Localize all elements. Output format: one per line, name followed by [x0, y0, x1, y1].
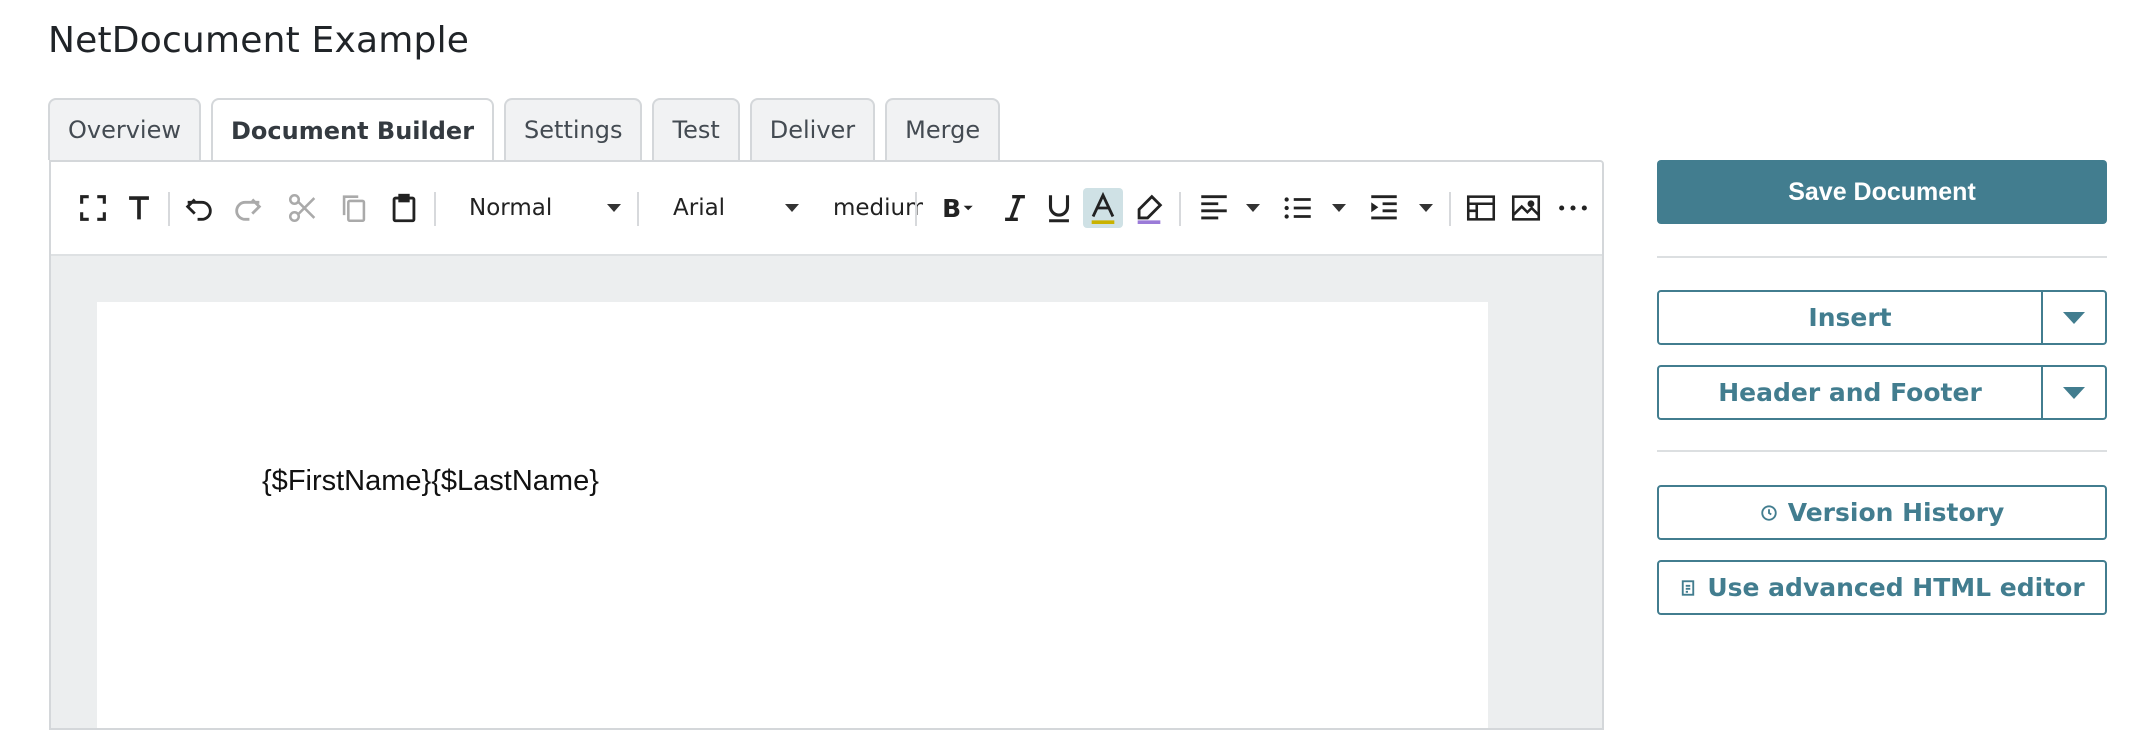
more-icon[interactable] — [1553, 188, 1593, 228]
document-editor: Normal Arial medium B {$FirstName}{$Last… — [49, 160, 1604, 730]
copy-icon[interactable] — [334, 188, 374, 228]
save-document-button[interactable]: Save Document — [1657, 160, 2107, 224]
insert-button[interactable]: Insert — [1659, 292, 2041, 343]
table-icon[interactable] — [1461, 188, 1501, 228]
italic-icon[interactable] — [995, 188, 1035, 228]
paragraph-style-select[interactable]: Normal — [469, 188, 639, 228]
document-content[interactable]: {$FirstName}{$LastName} — [262, 465, 599, 498]
paragraph-style-value: Normal — [469, 195, 553, 221]
toolbar-separator — [168, 192, 170, 226]
font-family-value: Arial — [673, 195, 726, 221]
highlight-icon[interactable] — [1129, 188, 1169, 228]
header-footer-button[interactable]: Header and Footer — [1659, 367, 2041, 418]
page-title: NetDocument Example — [48, 20, 470, 61]
header-footer-split-button: Header and Footer — [1657, 365, 2107, 420]
cut-icon[interactable] — [283, 188, 323, 228]
clock-icon — [1761, 504, 1777, 521]
chevron-down-icon[interactable] — [1332, 204, 1346, 212]
font-size-value: medium — [833, 195, 923, 221]
toolbar-separator — [915, 192, 917, 226]
font-size-select[interactable]: medium — [833, 188, 923, 228]
font-color-icon[interactable] — [1083, 188, 1123, 228]
font-family-select[interactable]: Arial — [673, 188, 813, 228]
tab-bar: Overview Document Builder Settings Test … — [48, 98, 1001, 162]
tab-settings[interactable]: Settings — [504, 98, 643, 160]
document-page[interactable]: {$FirstName}{$LastName} — [97, 302, 1488, 728]
tab-merge[interactable]: Merge — [885, 98, 1001, 160]
text-format-icon[interactable] — [119, 188, 159, 228]
chevron-down-icon — [2063, 386, 2085, 399]
tab-test[interactable]: Test — [652, 98, 740, 160]
tab-document-builder[interactable]: Document Builder — [211, 98, 495, 162]
bold-icon[interactable]: B — [933, 188, 983, 228]
svg-text:B: B — [942, 194, 961, 223]
insert-dropdown-button[interactable] — [2041, 292, 2105, 343]
align-left-icon[interactable] — [1194, 188, 1234, 228]
chevron-down-icon[interactable] — [1419, 204, 1433, 212]
chevron-down-icon — [607, 204, 621, 212]
version-history-button[interactable]: Version History — [1657, 485, 2107, 540]
toolbar-separator — [1179, 192, 1181, 226]
toolbar-separator — [1449, 192, 1451, 226]
advanced-html-editor-label: Use advanced HTML editor — [1707, 573, 2085, 602]
sidebar-divider — [1657, 256, 2107, 258]
chevron-down-icon[interactable] — [1246, 204, 1260, 212]
fullscreen-icon[interactable] — [73, 188, 113, 228]
undo-icon[interactable] — [179, 188, 219, 228]
code-file-icon — [1682, 579, 1695, 596]
redo-icon[interactable] — [228, 188, 268, 228]
underline-icon[interactable] — [1039, 188, 1079, 228]
tab-overview[interactable]: Overview — [48, 98, 201, 160]
indent-icon[interactable] — [1364, 188, 1404, 228]
paste-icon[interactable] — [384, 188, 424, 228]
tab-deliver[interactable]: Deliver — [749, 98, 876, 160]
chevron-down-icon — [2063, 311, 2085, 324]
toolbar-separator — [637, 192, 639, 226]
version-history-label: Version History — [1787, 498, 2005, 527]
sidebar-divider — [1657, 450, 2107, 452]
bulleted-list-icon[interactable] — [1278, 188, 1318, 228]
insert-split-button: Insert — [1657, 290, 2107, 345]
toolbar-separator — [434, 192, 436, 226]
image-icon[interactable] — [1506, 188, 1546, 228]
chevron-down-icon — [785, 204, 799, 212]
editor-toolbar: Normal Arial medium B — [51, 162, 1602, 256]
header-footer-dropdown-button[interactable] — [2041, 367, 2105, 418]
advanced-html-editor-button[interactable]: Use advanced HTML editor — [1657, 560, 2107, 615]
